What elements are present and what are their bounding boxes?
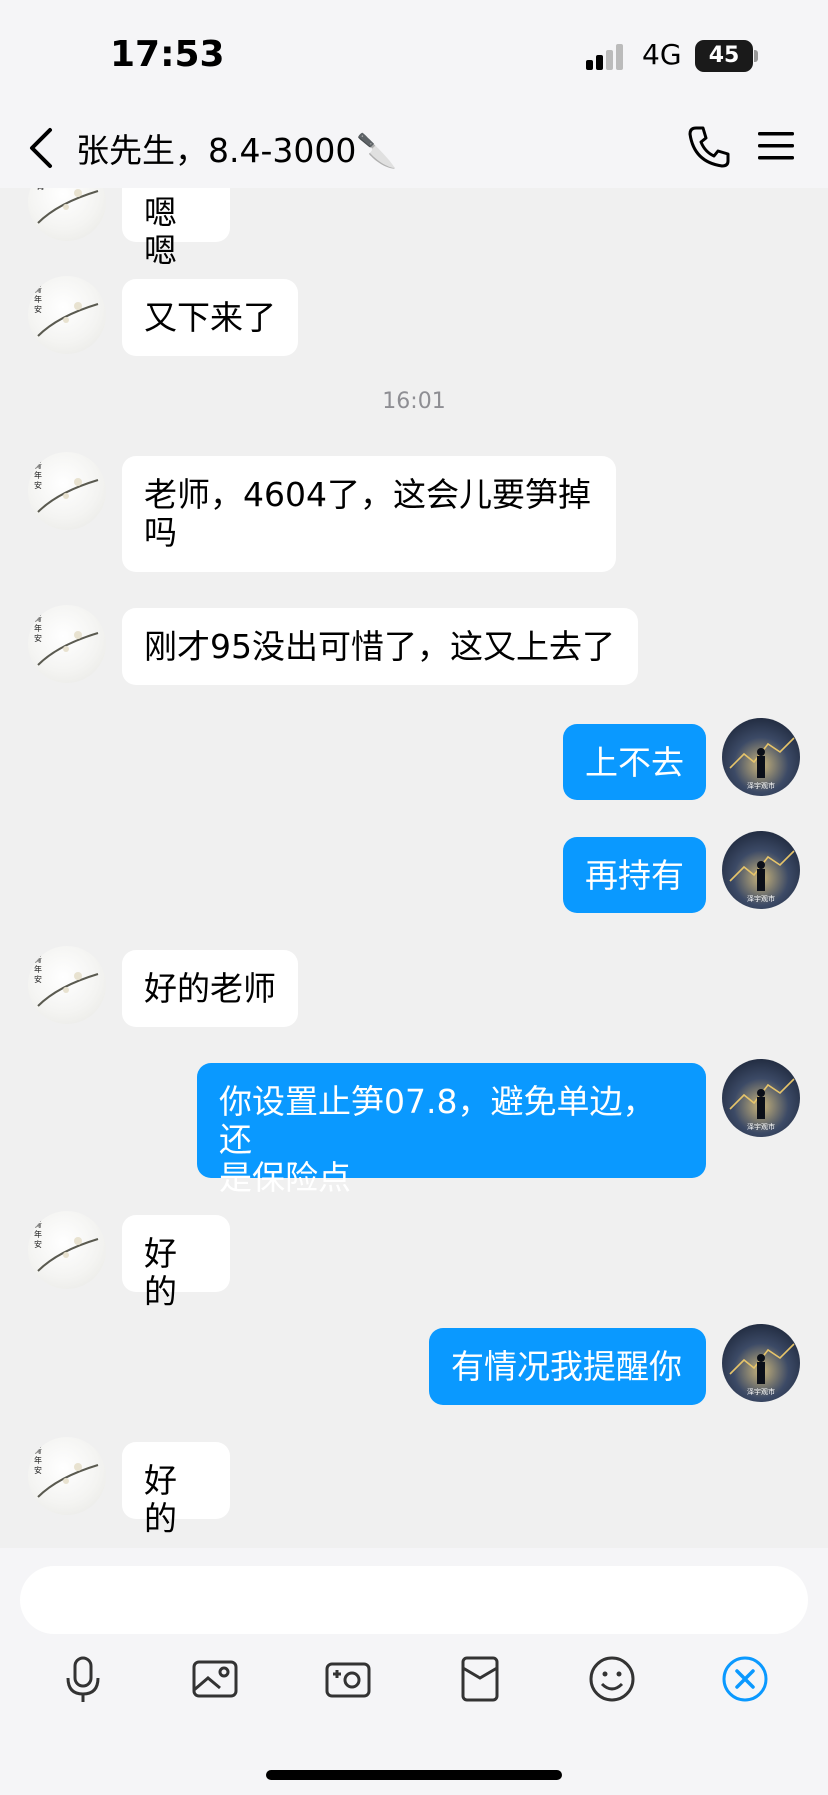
microphone-icon[interactable] xyxy=(58,1654,108,1704)
battery-cap xyxy=(754,50,758,62)
message-bubble-incoming[interactable]: 好的老师 xyxy=(122,950,298,1027)
phone-icon[interactable] xyxy=(686,124,732,170)
message-bubble-incoming[interactable]: 好的 xyxy=(122,1442,230,1538)
svg-text:年: 年 xyxy=(34,1455,42,1465)
message-bubble-outgoing[interactable]: 上不去 xyxy=(563,724,706,800)
svg-text:青: 青 xyxy=(34,1445,42,1455)
battery-icon: 45 xyxy=(695,40,753,72)
svg-text:安: 安 xyxy=(34,1239,42,1249)
chat-title[interactable]: 张先生，8.4-3000🔪 xyxy=(76,124,397,172)
camera-icon[interactable] xyxy=(323,1654,373,1704)
svg-text:安: 安 xyxy=(34,1465,42,1475)
contact-avatar[interactable]: 青年安 xyxy=(28,1437,106,1515)
red-packet-icon[interactable] xyxy=(455,1654,505,1704)
contact-avatar[interactable]: 青年安 xyxy=(28,452,106,530)
svg-text:泽宇观市: 泽宇观市 xyxy=(747,894,775,903)
svg-text:青: 青 xyxy=(34,613,42,623)
emoji-icon[interactable] xyxy=(587,1654,637,1704)
message-timestamp: 16:01 xyxy=(382,389,446,414)
menu-icon[interactable] xyxy=(756,128,796,164)
contact-avatar[interactable]: 青年安 xyxy=(28,1211,106,1289)
message-bubble-outgoing[interactable]: 你设置止笋07.8，避免单边，还 是保险点 xyxy=(197,1063,706,1197)
plus-icon[interactable] xyxy=(720,1654,770,1704)
network-type: 4G xyxy=(642,38,682,71)
message-bubble-incoming[interactable]: 好的 xyxy=(122,1215,230,1311)
contact-avatar[interactable]: 青年安 xyxy=(28,605,106,683)
message-input[interactable] xyxy=(20,1566,808,1634)
svg-text:泽宇观市: 泽宇观市 xyxy=(747,1122,775,1131)
composer xyxy=(0,1548,828,1795)
image-icon[interactable] xyxy=(190,1654,240,1704)
svg-text:年: 年 xyxy=(34,623,42,633)
svg-text:泽宇观市: 泽宇观市 xyxy=(747,1387,775,1396)
status-time: 17:53 xyxy=(110,34,225,75)
svg-text:青: 青 xyxy=(34,460,42,470)
contact-avatar[interactable]: 青年安 xyxy=(28,946,106,1024)
svg-text:年: 年 xyxy=(34,1229,42,1239)
svg-text:泽宇观市: 泽宇观市 xyxy=(747,781,775,790)
home-indicator[interactable] xyxy=(266,1770,562,1780)
svg-text:安: 安 xyxy=(34,304,42,314)
message-bubble-incoming[interactable]: 又下来了 xyxy=(122,279,298,356)
top-bar: 17:53 4G 45 张先生，8.4-3000🔪 xyxy=(0,0,828,188)
svg-text:年: 年 xyxy=(34,470,42,480)
svg-text:年: 年 xyxy=(34,964,42,974)
svg-text:青: 青 xyxy=(34,1219,42,1229)
signal-icon xyxy=(586,44,623,70)
self-avatar[interactable]: 泽宇观市 xyxy=(722,1324,800,1402)
contact-avatar[interactable]: 青年安 xyxy=(28,276,106,354)
svg-text:年: 年 xyxy=(34,294,42,304)
message-bubble-incoming[interactable]: 刚才95没出可惜了，这又上去了 xyxy=(122,608,638,685)
svg-text:青: 青 xyxy=(34,284,42,294)
self-avatar[interactable]: 泽宇观市 xyxy=(722,831,800,909)
self-avatar[interactable]: 泽宇观市 xyxy=(722,1059,800,1137)
svg-text:青: 青 xyxy=(34,954,42,964)
message-bubble-outgoing[interactable]: 有情况我提醒你 xyxy=(429,1328,706,1405)
chat-screen: 青 嗯嗯 青年安 又下来了 16:01 青年安 老师，4604了，这会儿要笋掉 … xyxy=(0,0,828,1795)
self-avatar[interactable]: 泽宇观市 xyxy=(722,718,800,796)
back-arrow-icon[interactable] xyxy=(22,124,62,172)
message-bubble-incoming[interactable]: 老师，4604了，这会儿要笋掉 吗 xyxy=(122,456,616,572)
svg-text:安: 安 xyxy=(34,480,42,490)
message-bubble-outgoing[interactable]: 再持有 xyxy=(563,837,706,913)
svg-text:安: 安 xyxy=(34,633,42,643)
svg-text:安: 安 xyxy=(34,974,42,984)
